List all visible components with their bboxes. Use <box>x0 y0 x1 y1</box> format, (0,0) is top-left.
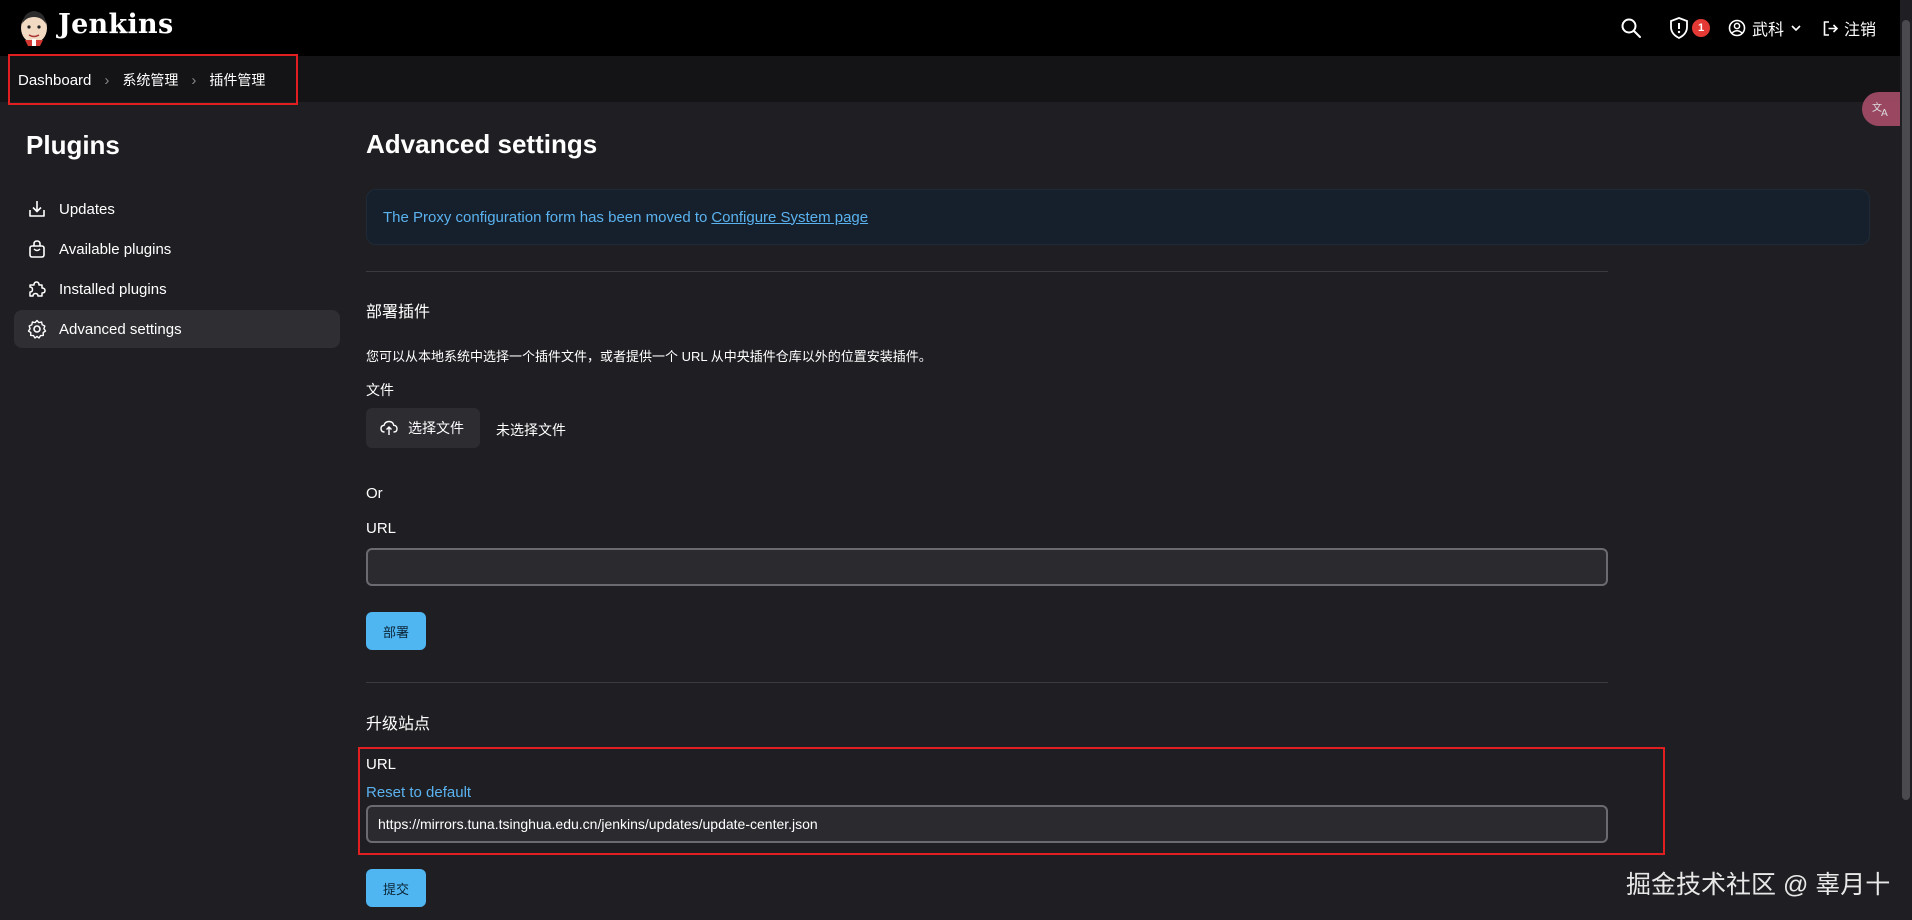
logout-label: 注销 <box>1844 22 1877 39</box>
deploy-section-title: 部署插件 <box>366 304 431 321</box>
notice-text: The Proxy configuration form has been mo… <box>383 208 708 226</box>
or-label: Or <box>366 485 383 502</box>
shopping-bag-icon <box>29 240 45 258</box>
update-site-highlight-box <box>358 747 1665 855</box>
sidebar-title: Plugins <box>26 130 120 160</box>
proxy-notice: The Proxy configuration form has been mo… <box>366 189 1870 245</box>
shield-icon[interactable] <box>1669 17 1689 39</box>
sidebar-item-label: Updates <box>59 200 115 218</box>
update-site-section-title: 升级站点 <box>366 716 431 733</box>
translate-icon: 文 A <box>1872 101 1888 118</box>
sidebar-item-advanced-settings[interactable]: Advanced settings <box>14 310 340 348</box>
watermark-text: 掘金技术社区 @ 辜月十 <box>1626 871 1891 899</box>
sidebar-item-updates[interactable]: Updates <box>14 190 340 228</box>
gear-icon <box>27 319 47 339</box>
choose-file-label: 选择文件 <box>408 420 464 436</box>
upload-cloud-icon <box>380 420 398 435</box>
configure-system-link[interactable]: Configure System page <box>711 209 868 226</box>
logout-link[interactable]: 注销 <box>1822 17 1876 39</box>
translate-button[interactable]: 文 A <box>1862 92 1900 126</box>
breadcrumb-highlight-box <box>8 54 298 105</box>
logout-icon <box>1823 20 1839 36</box>
user-name: 武科 <box>1752 22 1785 39</box>
divider <box>366 682 1608 683</box>
user-icon <box>1728 19 1746 37</box>
sidebar-item-label: Available plugins <box>59 240 172 258</box>
divider <box>366 271 1608 272</box>
puzzle-icon <box>29 281 46 297</box>
file-label: 文件 <box>366 382 394 398</box>
deploy-description: 您可以从本地系统中选择一个插件文件，或者提供一个 URL 从中央插件仓库以外的位… <box>366 349 932 364</box>
page-title: Advanced settings <box>366 129 598 159</box>
top-header: Jenkins 1 武科 注销 <box>0 0 1912 56</box>
sidebar-item-installed-plugins[interactable]: Installed plugins <box>14 270 340 308</box>
update-site-submit-button[interactable]: 提交 <box>366 869 426 907</box>
svg-text:A: A <box>1881 108 1888 118</box>
deploy-button[interactable]: 部署 <box>366 612 426 650</box>
download-icon <box>29 201 45 217</box>
brand-title[interactable]: Jenkins <box>58 9 173 40</box>
sidebar-item-label: Advanced settings <box>59 320 182 338</box>
deploy-url-label: URL <box>366 520 397 537</box>
deploy-url-input[interactable] <box>366 548 1608 586</box>
no-file-text: 未选择文件 <box>496 422 566 438</box>
sidebar-item-available-plugins[interactable]: Available plugins <box>14 230 340 268</box>
scrollbar-thumb[interactable] <box>1902 20 1910 800</box>
choose-file-button[interactable]: 选择文件 <box>366 408 480 448</box>
security-badge[interactable]: 1 <box>1692 19 1710 37</box>
jenkins-logo-icon[interactable] <box>18 8 50 46</box>
search-icon[interactable] <box>1620 17 1642 39</box>
sidebar-item-label: Installed plugins <box>59 280 167 298</box>
user-menu[interactable]: 武科 <box>1728 17 1802 39</box>
chevron-down-icon <box>1791 25 1801 32</box>
